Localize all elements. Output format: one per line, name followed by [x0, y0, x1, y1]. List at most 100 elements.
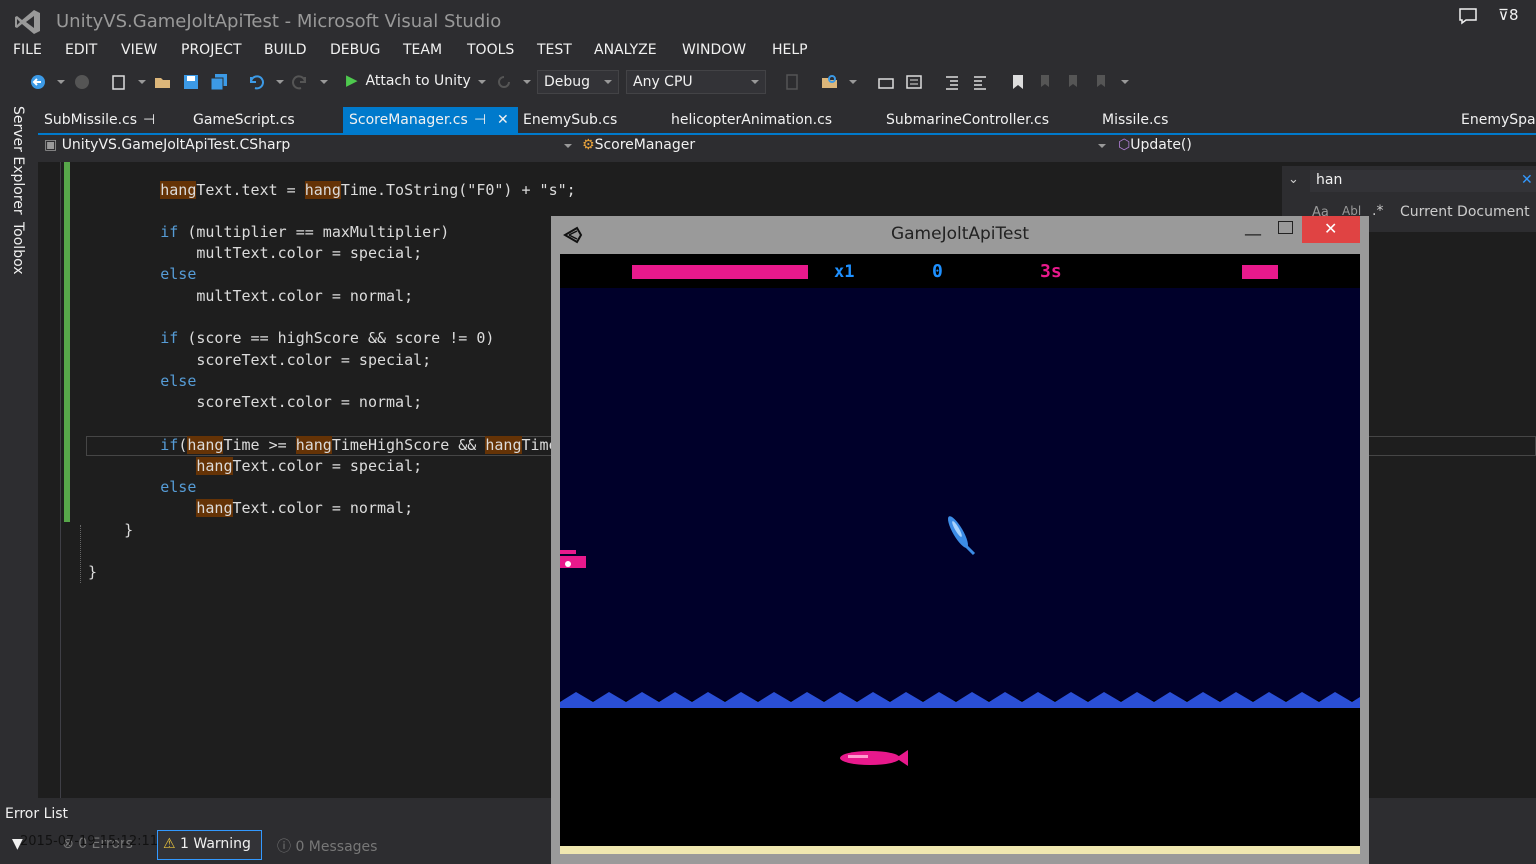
tab-submissile[interactable]: SubMissile.cs	[44, 112, 137, 128]
code-text: }	[124, 521, 134, 539]
standard-toolbar	[0, 66, 1536, 98]
toolbar-overflow-icon[interactable]	[1121, 80, 1129, 84]
back-dropdown-icon[interactable]	[57, 80, 65, 84]
attach-to-unity-button[interactable]: ▶ Attach to Unity	[346, 71, 471, 93]
project-dropdown[interactable]: ▣ UnityVS.GameJoltApiTest.CSharp	[44, 137, 574, 159]
close-window-button[interactable]: ✕	[1302, 216, 1360, 243]
warnings-label: ⚠ 1 Warning	[163, 836, 251, 852]
csharp-project-icon: ▣	[44, 137, 62, 153]
code-line: multText.color = special;	[88, 244, 422, 262]
next-bookmark-icon[interactable]	[1065, 73, 1083, 91]
feedback-filter[interactable]: ⊽8	[1498, 6, 1519, 24]
search-match: hang	[196, 499, 233, 517]
restart-icon[interactable]	[495, 73, 513, 91]
restart-dropdown-icon[interactable]	[523, 80, 531, 84]
pin-icon[interactable]: ⊣	[143, 112, 155, 128]
solution-platform-select[interactable]: Any CPU	[626, 70, 766, 94]
find-input[interactable]: han	[1310, 170, 1536, 192]
properties-icon[interactable]	[905, 73, 923, 91]
code-text: Text.text =	[196, 181, 305, 199]
previous-bookmark-icon[interactable]	[1037, 73, 1055, 91]
new-project-icon[interactable]	[110, 73, 128, 91]
close-find-icon[interactable]: ✕	[1521, 172, 1533, 188]
toggle-replace-icon[interactable]: ⌄	[1288, 172, 1299, 187]
menu-team[interactable]: TEAM	[403, 42, 442, 58]
menu-view[interactable]: VIEW	[121, 42, 157, 58]
menu-build[interactable]: BUILD	[264, 42, 307, 58]
server-explorer-tab[interactable]: Server Explorer	[10, 106, 26, 215]
open-file-icon[interactable]	[154, 73, 172, 91]
indent-icon[interactable]	[971, 73, 989, 91]
minimize-icon[interactable]: —	[1244, 224, 1262, 245]
messages-count: 0 Messages	[295, 839, 378, 855]
find-in-files-icon[interactable]	[821, 73, 839, 91]
menu-project[interactable]: PROJECT	[181, 42, 242, 58]
outdent-icon[interactable]	[943, 73, 961, 91]
redo-dropdown-icon[interactable]	[320, 80, 328, 84]
save-all-icon[interactable]	[210, 73, 228, 91]
multiplier-text: x1	[834, 262, 855, 282]
class-name: ScoreManager	[594, 137, 696, 153]
new-dropdown-icon[interactable]	[138, 80, 146, 84]
messages-filter-button[interactable]: ⓘ 0 Messages	[277, 836, 377, 856]
menu-file[interactable]: FILE	[13, 42, 42, 58]
keyword: if	[160, 329, 179, 347]
keyword: if	[160, 436, 179, 454]
tab-helicopteranimation[interactable]: helicopterAnimation.cs	[671, 112, 832, 128]
menu-debug[interactable]: DEBUG	[330, 42, 380, 58]
chevron-down-icon	[1098, 144, 1106, 148]
menu-analyze[interactable]: ANALYZE	[594, 42, 657, 58]
maximize-icon[interactable]	[1278, 221, 1293, 234]
sky-area	[560, 288, 1360, 706]
pin-icon[interactable]: ⊣	[474, 112, 486, 128]
undo-dropdown-icon[interactable]	[276, 80, 284, 84]
navigate-back-icon[interactable]	[29, 73, 47, 91]
close-tab-icon[interactable]: ✕	[497, 112, 509, 128]
keyword: if	[160, 223, 179, 241]
code-line: scoreText.color = normal;	[88, 393, 422, 411]
code-line: scoreText.color = special;	[88, 351, 431, 369]
redo-icon[interactable]	[291, 73, 309, 91]
navigate-forward-icon[interactable]	[73, 73, 91, 91]
play-icon: ▶	[346, 71, 358, 89]
chevron-down-icon	[564, 144, 572, 148]
undo-icon[interactable]	[247, 73, 265, 91]
search-scope[interactable]: Current Document	[1400, 204, 1530, 220]
toolbox-tab[interactable]: Toolbox	[10, 222, 26, 275]
find-dropdown-icon[interactable]	[849, 80, 857, 84]
notifications-icon[interactable]	[1458, 7, 1478, 25]
score-text: 0	[932, 261, 943, 282]
editor-gutter	[60, 162, 61, 798]
tab-enemysub[interactable]: EnemySub.cs	[523, 112, 617, 128]
tab-submarinecontroller[interactable]: SubmarineController.cs	[886, 112, 1049, 128]
regex-option-icon[interactable]: .*	[1372, 203, 1383, 219]
code-line: else	[88, 372, 196, 390]
bookmark-icon[interactable]	[1009, 73, 1027, 91]
clear-bookmarks-icon[interactable]	[1093, 73, 1111, 91]
save-icon[interactable]	[182, 73, 200, 91]
menu-test[interactable]: TEST	[537, 42, 572, 58]
menu-window[interactable]: WINDOW	[682, 42, 746, 58]
class-dropdown[interactable]: ⚙ScoreManager	[582, 137, 1110, 159]
menu-tools[interactable]: TOOLS	[467, 42, 514, 58]
menu-help[interactable]: HELP	[772, 42, 808, 58]
tab-enemyspawner[interactable]: EnemySpav	[1461, 112, 1536, 128]
search-match: hang	[304, 181, 341, 199]
warning-icon: ⚠	[163, 836, 181, 852]
attach-dropdown-icon[interactable]	[478, 80, 486, 84]
code-line: hangText.color = special;	[88, 457, 422, 475]
tab-scoremanager[interactable]: ScoreManager.cs	[349, 112, 468, 128]
tab-gamescript[interactable]: GameScript.cs	[193, 112, 295, 128]
code-text: scoreText.color = special;	[196, 351, 432, 369]
outline-guide	[80, 525, 82, 583]
hang-time-text: 3s	[1040, 261, 1062, 282]
device-icon[interactable]	[783, 73, 801, 91]
member-dropdown[interactable]: ⬡Update()	[1118, 137, 1528, 159]
menu-edit[interactable]: EDIT	[65, 42, 97, 58]
keyword: else	[160, 265, 197, 283]
notification-count: 8	[1508, 6, 1519, 24]
method-icon: ⬡	[1118, 137, 1131, 153]
solution-configuration-select[interactable]: Debug	[537, 70, 619, 94]
tab-missile[interactable]: Missile.cs	[1102, 112, 1168, 128]
solution-explorer-icon[interactable]	[877, 73, 895, 91]
